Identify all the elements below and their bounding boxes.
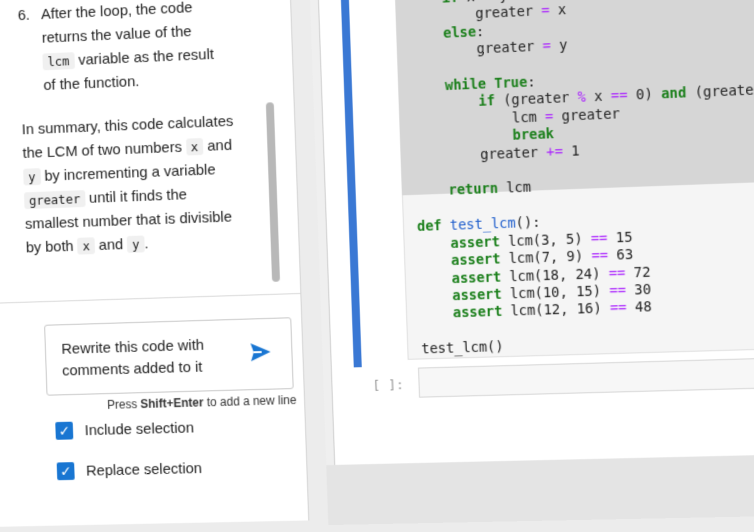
- chat-input-text[interactable]: Rewrite this code with comments added to…: [61, 334, 249, 383]
- code-line: else:: [442, 23, 485, 42]
- code-line: test_lcm(): [421, 339, 504, 358]
- send-icon[interactable]: [247, 339, 274, 366]
- notebook-footer: [326, 452, 754, 526]
- replace-selection-option[interactable]: ✓ Replace selection: [56, 459, 203, 481]
- step-number: 6.: [17, 6, 31, 25]
- inline-code: y: [23, 168, 41, 186]
- inline-code: lcm: [42, 52, 75, 71]
- code-editor[interactable]: if x > y: greater = x else: greater = y …: [409, 0, 754, 359]
- inline-code: x: [185, 137, 204, 156]
- screen: 6. After the loop, the code returns the …: [0, 0, 754, 527]
- chat-input[interactable]: Rewrite this code with comments added to…: [44, 317, 294, 396]
- include-selection-option[interactable]: ✓ Include selection: [55, 419, 194, 440]
- step-6: 6. After the loop, the code returns the …: [17, 0, 215, 94]
- active-cell-indicator: [339, 0, 362, 368]
- input-hint: Press Shift+Enter to add a new line: [106, 392, 297, 412]
- code-line: return lcm: [448, 180, 532, 200]
- inline-code: y: [126, 235, 145, 253]
- assistant-message: 6. After the loop, the code returns the …: [17, 0, 259, 260]
- chat-panel: 6. After the loop, the code returns the …: [0, 0, 310, 527]
- inline-code: x: [77, 237, 96, 255]
- divider: [0, 292, 301, 304]
- notebook-panel: if x > y: greater = x else: greater = y …: [308, 0, 754, 526]
- replace-selection-label: Replace selection: [85, 459, 203, 480]
- summary-paragraph: In summary, this code calculates the LCM…: [21, 112, 234, 257]
- inline-code: greater: [23, 190, 86, 210]
- chat-scrollbar[interactable]: [265, 102, 281, 282]
- include-selection-checkbox[interactable]: ✓: [55, 421, 74, 440]
- empty-code-cell[interactable]: [417, 355, 754, 398]
- replace-selection-checkbox[interactable]: ✓: [56, 462, 75, 481]
- notebook-main: if x > y: greater = x else: greater = y …: [316, 0, 754, 465]
- include-selection-label: Include selection: [84, 419, 195, 439]
- cell-prompt: [ ]:: [372, 378, 405, 394]
